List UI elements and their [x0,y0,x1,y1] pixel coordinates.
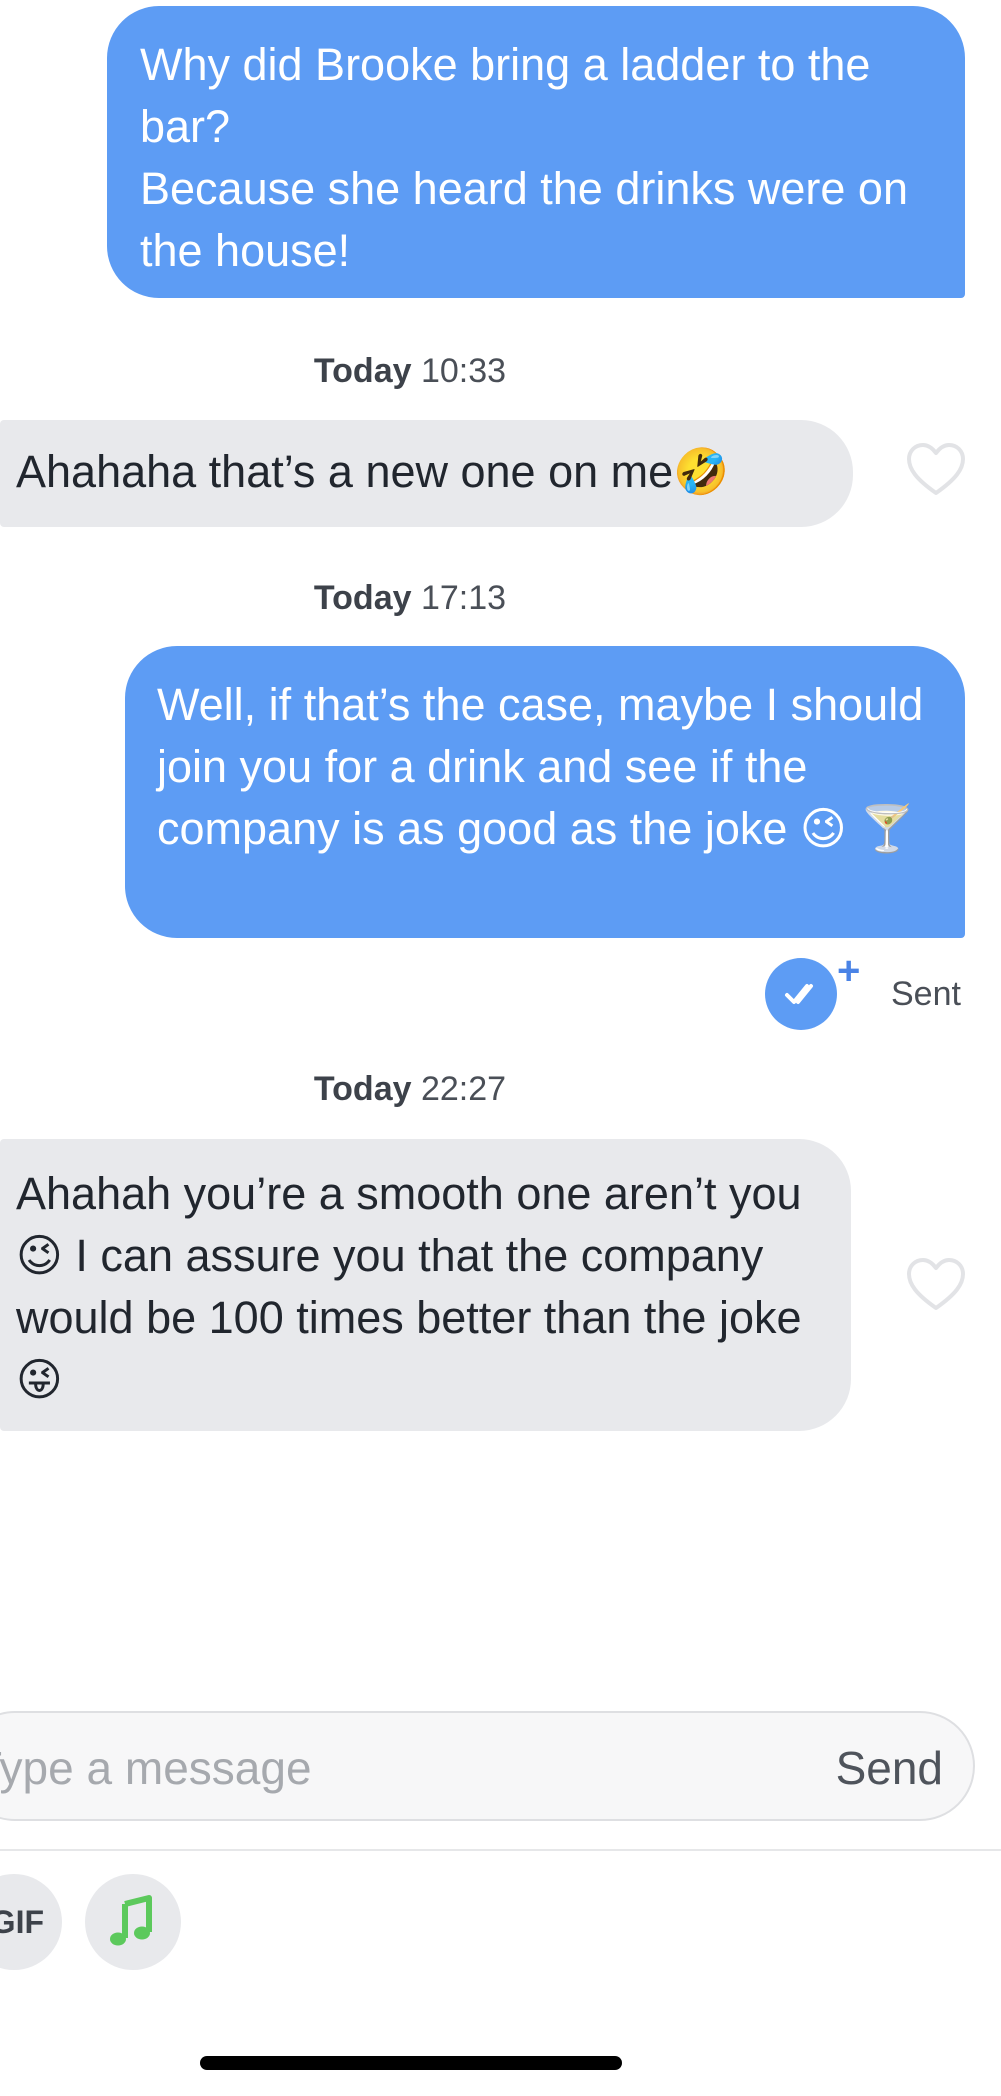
timestamp-time: 10:33 [420,352,507,390]
message-input[interactable] [0,1737,762,1799]
message-bubble-incoming[interactable]: Ahahah you’re a smooth one aren’t you😉 I… [0,1139,851,1431]
message-bubble-incoming[interactable]: Ahahaha that’s a new one on me🤣 [0,420,853,527]
message-composer: Send [0,1711,975,1821]
gif-button[interactable]: GIF [0,1874,62,1970]
like-heart-icon[interactable] [907,1258,965,1312]
message-status: + Sent [765,949,975,1035]
gif-label: GIF [0,1904,44,1940]
message-timestamp: Today 22:27 [0,1070,820,1109]
timestamp-day: Today [313,352,412,390]
home-indicator[interactable] [200,2056,622,2070]
message-bubble-outgoing[interactable]: Why did Brooke bring a ladder to the bar… [107,6,965,298]
plus-icon: + [837,949,861,993]
message-timestamp: Today 17:13 [0,579,820,618]
music-note-icon [110,1895,152,1946]
music-button[interactable] [85,1874,181,1970]
chat-thread: Why did Brooke bring a ladder to the bar… [0,0,1001,1700]
message-timestamp: Today 10:33 [0,352,820,391]
sent-status-label: Sent [891,975,961,1013]
timestamp-time: 17:13 [420,579,507,617]
composer-divider [0,1849,1001,1851]
message-bubble-outgoing[interactable]: Well, if that’s the case, maybe I should… [125,646,965,938]
like-heart-icon[interactable] [907,443,965,497]
timestamp-day: Today [313,579,412,617]
double-check-icon [765,958,837,1030]
send-button[interactable]: Send [836,1741,943,1795]
timestamp-day: Today [313,1070,412,1108]
timestamp-time: 22:27 [420,1070,507,1108]
